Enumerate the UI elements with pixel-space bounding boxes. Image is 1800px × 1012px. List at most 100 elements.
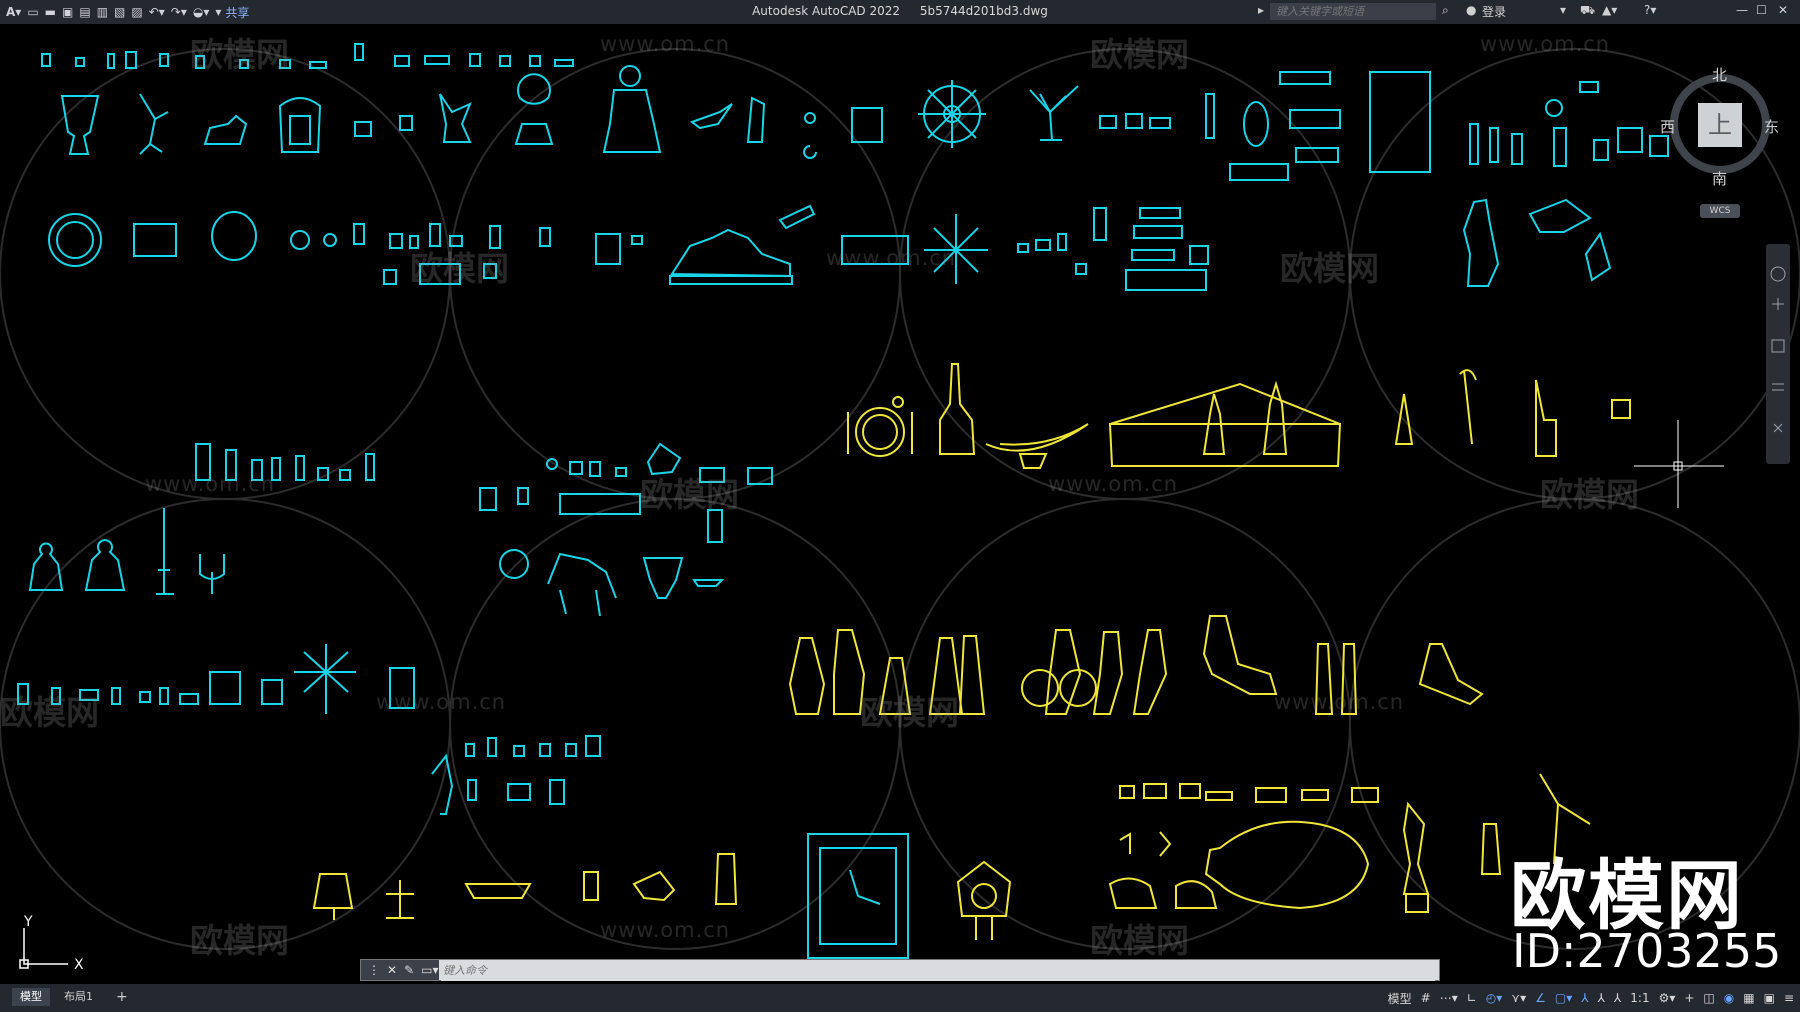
print-icon[interactable]: ▨ (131, 5, 142, 19)
book-stack-1[interactable] (1099, 115, 1117, 129)
round-clock-cyan[interactable] (499, 549, 529, 579)
candelabra[interactable] (199, 554, 225, 594)
seated-buddha-1[interactable] (28, 542, 64, 591)
car-models[interactable] (1125, 207, 1209, 291)
open-file-icon[interactable]: ▬ (45, 5, 56, 19)
autodesk-app-icon[interactable]: ▲▾ (1602, 3, 1617, 17)
rock-garden-sculpture[interactable] (669, 228, 793, 285)
small-ornaments-mid[interactable] (1017, 207, 1107, 275)
auto-scale-icon[interactable]: ⅄ (1598, 991, 1605, 1005)
grid-icon[interactable]: # (1421, 991, 1431, 1005)
navigation-bar[interactable] (1766, 244, 1790, 464)
navbar-icons[interactable] (1766, 244, 1790, 464)
drawing-canvas[interactable]: Y X 欧模网 www.om.cn 欧模网 www.om.cn 欧模网 www.… (0, 24, 1800, 984)
robed-figure-small[interactable] (746, 96, 766, 143)
candle-holder[interactable] (156, 508, 174, 595)
cart-icon[interactable]: ⛟ (1580, 3, 1595, 19)
search-icon[interactable]: ⌕ (1442, 3, 1449, 18)
search-expand-icon[interactable]: ▸ (1258, 3, 1264, 17)
grip-icon[interactable]: ⋮ (368, 963, 380, 977)
annotation-scale-icon[interactable]: ⅄ (1614, 991, 1621, 1005)
vehicle-top[interactable] (1279, 71, 1331, 85)
small-vase-cluster[interactable] (1289, 109, 1341, 129)
minimize-icon[interactable]: — (1736, 3, 1748, 17)
round-mirror[interactable] (48, 213, 102, 267)
compass-north[interactable]: 北 (1712, 64, 1727, 85)
pegasus-statue[interactable] (439, 93, 472, 143)
maximize-icon[interactable]: ☐ (1756, 3, 1767, 17)
horse-statue[interactable] (547, 552, 617, 617)
save-web-icon[interactable]: ▧ (114, 5, 125, 19)
tab-model[interactable]: 模型 (12, 988, 50, 1006)
command-line[interactable]: ⋮ ✕ ✎ ▭▾ (360, 959, 1440, 981)
workspace-gear-icon[interactable]: ⚙▾ (1659, 991, 1676, 1005)
small-jar[interactable] (399, 115, 413, 131)
pig-sculpture[interactable] (1204, 820, 1370, 910)
seated-buddha-large[interactable] (602, 65, 662, 153)
small-figures-lower[interactable] (1119, 831, 1172, 857)
login-dropdown-icon[interactable]: ▾ (1560, 3, 1566, 17)
figurines-right-row[interactable] (1469, 81, 1669, 167)
search-input[interactable] (1270, 3, 1436, 20)
folding-screen[interactable] (851, 107, 883, 143)
small-clock-1[interactable] (290, 230, 310, 250)
close-command-line-icon[interactable]: ✕ (387, 963, 397, 977)
small-clock-2[interactable] (323, 233, 337, 247)
ships-wheel[interactable] (918, 80, 986, 148)
display-case-with-vases[interactable] (1108, 380, 1342, 467)
command-input[interactable] (441, 961, 1435, 981)
undo-icon[interactable]: ↶▾ (149, 5, 165, 19)
trophy-vase[interactable] (60, 95, 100, 155)
bird-sculpture[interactable] (1528, 198, 1592, 233)
open-web-icon[interactable]: ▥ (97, 5, 108, 19)
object-snap-icon[interactable]: ▢▾ (1555, 991, 1572, 1005)
small-boat[interactable] (692, 579, 725, 587)
add-icon[interactable]: + (1684, 991, 1694, 1005)
customize-icon[interactable]: ▾ (215, 5, 221, 19)
starburst-ornament-left[interactable] (294, 644, 356, 714)
tab-layout1[interactable]: 布局1 (56, 988, 101, 1006)
clean-screen-icon[interactable]: ▣ (1764, 991, 1775, 1005)
oval-shield[interactable] (1243, 101, 1269, 147)
rectangular-mirror[interactable] (133, 223, 177, 257)
truck-model[interactable] (1229, 163, 1289, 181)
help-icon[interactable]: ?▾ (1644, 3, 1656, 17)
isolate-objects-icon[interactable]: ◉ (1724, 991, 1734, 1005)
oval-ornate-mirror[interactable] (211, 211, 257, 261)
bird-on-post[interactable] (1535, 379, 1557, 457)
abstract-flame-sculpture[interactable] (1402, 801, 1430, 913)
ortho-icon[interactable]: ∟ (1467, 991, 1477, 1005)
small-stool[interactable] (354, 121, 372, 137)
customize-wrench-icon[interactable]: ✎ (404, 963, 414, 977)
dancer-figure[interactable] (139, 93, 169, 155)
boy-figure[interactable] (1480, 823, 1502, 875)
units-icon[interactable]: ◫ (1703, 991, 1714, 1005)
reclining-figures[interactable] (1108, 877, 1218, 909)
compass-south[interactable]: 南 (1712, 168, 1727, 189)
autocad-logo-icon[interactable]: A▾ (6, 5, 21, 19)
add-layout-button[interactable]: + (108, 988, 136, 1006)
model-space-button[interactable]: 模型 (1388, 990, 1412, 1007)
book-stack-3[interactable] (1149, 117, 1171, 129)
snap-icon[interactable]: ⋯▾ (1440, 991, 1458, 1005)
horse-figurine-yellow[interactable] (632, 870, 676, 902)
small-ornaments-lower[interactable] (465, 735, 601, 757)
ornate-mirror[interactable] (278, 97, 322, 153)
object-snap-tracking-icon[interactable]: ∠ (1535, 991, 1546, 1005)
scales-figure[interactable] (386, 880, 414, 919)
wcs-menu-button[interactable]: WCS (1700, 204, 1740, 218)
venus-statue[interactable] (1462, 198, 1500, 287)
customization-menu-icon[interactable]: ≡ (1784, 991, 1794, 1005)
book-stack-2[interactable] (1125, 113, 1143, 129)
viewcube[interactable]: 北 南 西 东 上 WCS (1660, 64, 1780, 224)
drum-lower[interactable] (507, 783, 531, 801)
small-vase-yellow[interactable] (583, 871, 599, 901)
redo-icon[interactable]: ↷▾ (171, 5, 187, 19)
small-vase-lower[interactable] (467, 779, 477, 801)
star-ornament[interactable] (804, 112, 816, 124)
share-button[interactable]: 共享 (225, 4, 249, 21)
bull-skull[interactable] (642, 557, 684, 599)
vehicle-cluster[interactable] (1369, 71, 1431, 173)
pillar-sculpture-yellow[interactable] (714, 853, 738, 905)
figurine-lower[interactable] (549, 779, 565, 805)
